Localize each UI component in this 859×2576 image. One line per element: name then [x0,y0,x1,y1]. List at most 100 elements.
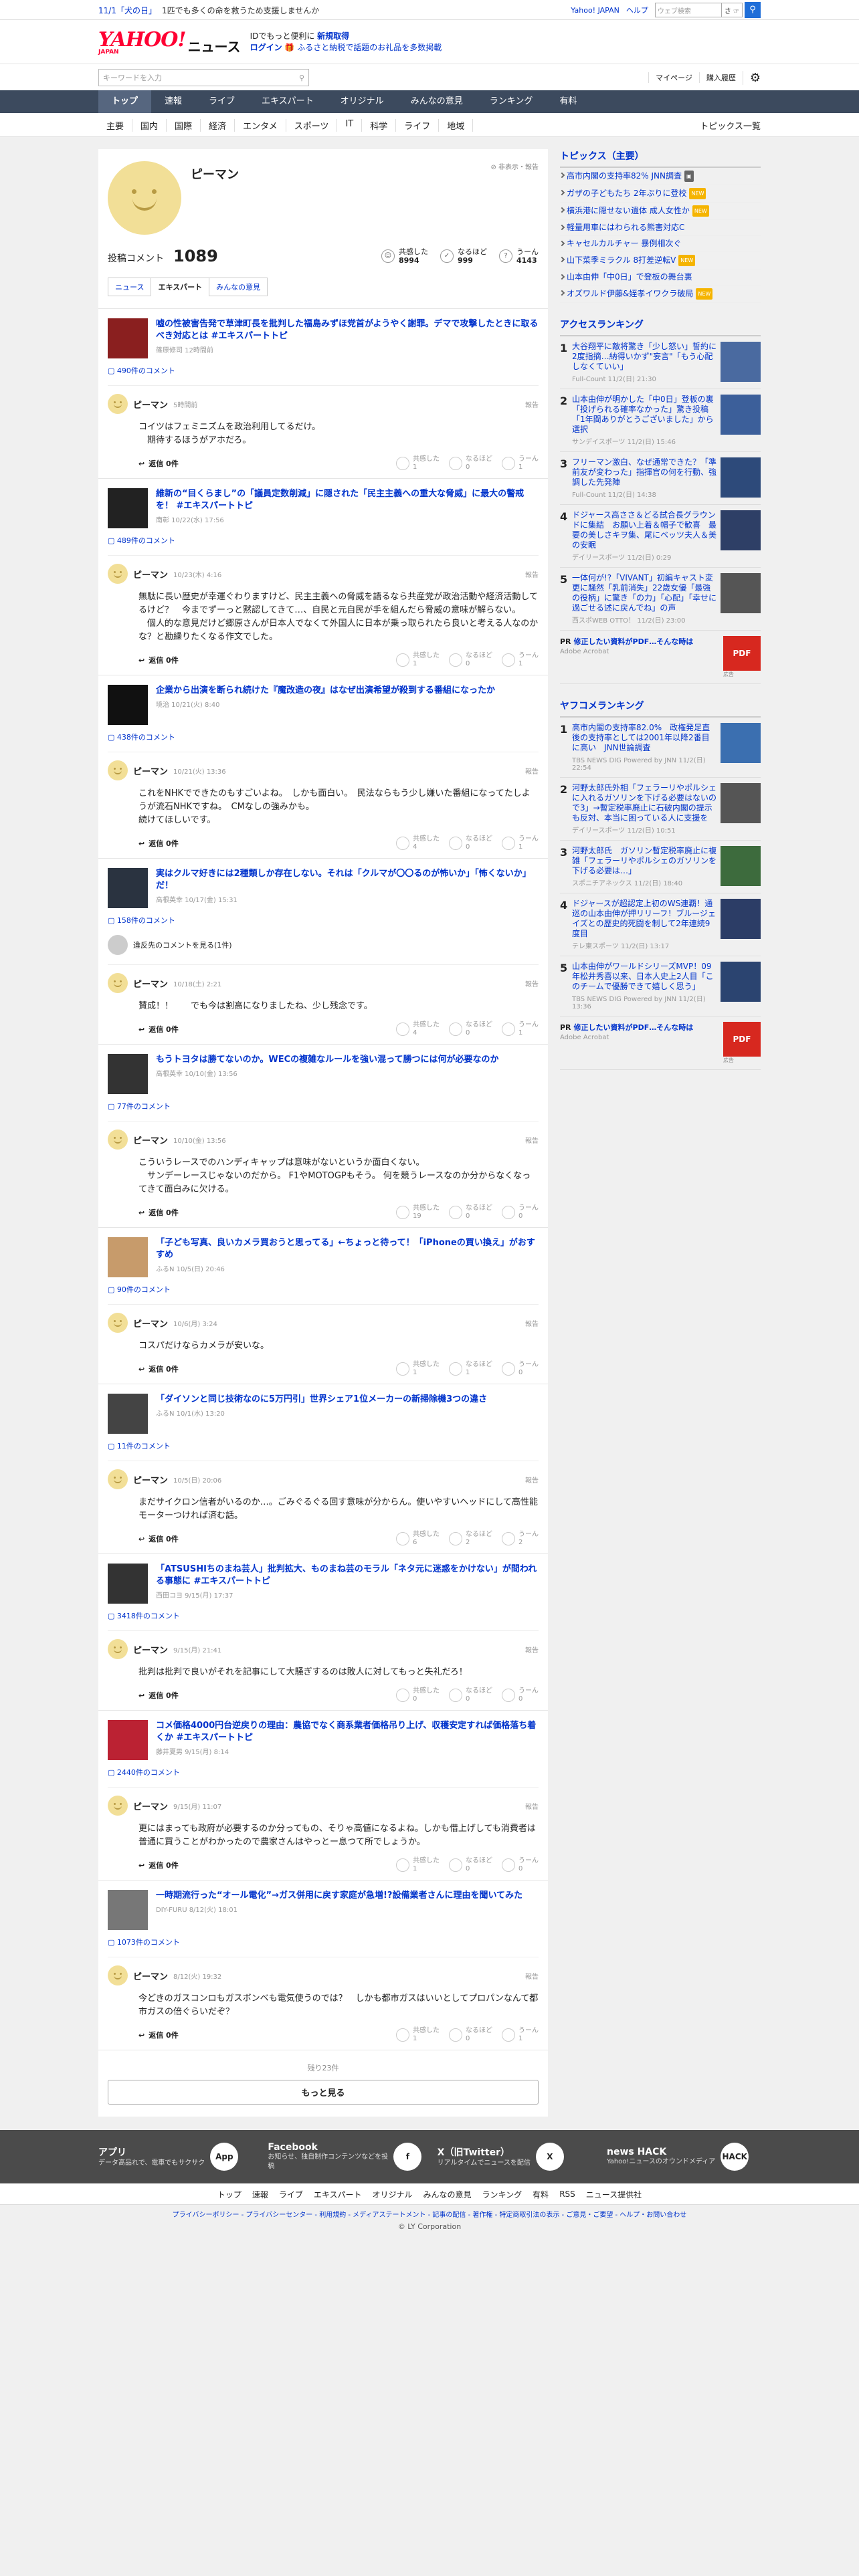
gear-icon[interactable]: ⚙ [742,70,761,85]
reaction-button[interactable]: 共感した 1 [396,652,440,668]
reaction-button[interactable]: なるほど 0 [449,2027,492,2043]
reaction-button[interactable]: 共感した 1 [396,2027,440,2043]
pr-ad[interactable]: PR 修正したい資料がPDF…そんな時は Adobe Acrobat PDF 広告 [560,1016,761,1070]
nav-item[interactable]: 有料 [546,90,590,113]
reaction-button[interactable]: うーん 2 [502,1531,539,1547]
comment-user[interactable]: ピーマン [133,1643,168,1656]
reaction-button[interactable]: うーん 1 [502,455,539,471]
footer-nav-item[interactable]: エキスパート [314,2189,362,2200]
footer-nav-item[interactable]: ライブ [279,2189,303,2200]
reaction-button[interactable]: 共感した 1 [396,455,440,471]
tab[interactable]: みんなの意見 [209,278,268,296]
article-thumbnail[interactable] [108,1890,148,1930]
mypage-link[interactable]: マイページ [648,72,692,83]
footer-nav-item[interactable]: 速報 [252,2189,268,2200]
footer-nav-item[interactable]: オリジナル [373,2189,413,2200]
topic-title[interactable]: 山下菜季ミラクル 8打差逆転V [567,255,676,265]
ranking-item[interactable]: 3 フリーマン激白、なぜ通常できた？「準前友が変わった」指揮官の何を行動、強調した… [560,452,761,505]
reaction-button[interactable]: 共感した 4 [396,1021,440,1037]
rank-thumbnail[interactable] [721,342,761,382]
article-title[interactable]: 維新の“目くらまし”の「議員定数削減」に隠された「民主主義への重大な脅威」に最大… [156,488,539,512]
article[interactable]: 維新の“目くらまし”の「議員定数削減」に隠された「民主主義への重大な脅威」に最大… [108,488,539,528]
article-title[interactable]: コメ価格4000円台逆戻りの理由：農協でなく商系業者価格吊り上げ、収穫安定すれば… [156,1720,539,1744]
nav-item[interactable]: みんなの意見 [397,90,476,113]
subnav-item[interactable]: エンタメ [235,118,286,132]
comment-user[interactable]: ピーマン [133,1317,168,1329]
comment-count-link[interactable]: ▢ 11件のコメント [108,1440,539,1451]
comment-count-link[interactable]: ▢ 3418件のコメント [108,1610,539,1621]
topic-title[interactable]: 横浜港に隠せない遺体 成人女性か [567,206,690,215]
reply-button[interactable]: ↩ 返信 0件 [138,458,179,469]
comment-count-link[interactable]: ▢ 77件のコメント [108,1101,539,1111]
comment-count-link[interactable]: ▢ 2440件のコメント [108,1767,539,1778]
rank-thumbnail[interactable] [721,962,761,1002]
article-title[interactable]: 一時期流行った“オール電化”→ガス併用に戻す家庭が急増!?設備業者さんに理由を聞… [156,1890,522,1902]
web-search-option[interactable]: さ ☞ [721,3,743,17]
search-icon[interactable]: ⚲ [745,2,761,18]
ranking-item[interactable]: 5 山本由伸がワールドシリーズMVP！09年松井秀喜以来、日本人史上2人目「このチ… [560,956,761,1016]
topic-title[interactable]: 高市内閣の支持率82% JNN調査 [567,171,682,181]
tab[interactable]: エキスパート [151,278,210,296]
rank-thumbnail[interactable] [721,457,761,498]
comment-count-link[interactable]: ▢ 1073件のコメント [108,1937,539,1947]
notice-title[interactable]: 11/1「犬の日」 [98,6,157,15]
reaction-button[interactable]: なるほど 1 [449,1361,492,1377]
yahoo-top-link[interactable]: Yahoo! JAPAN [571,6,619,15]
hide-report-link[interactable]: ⊘ 非表示・報告 [490,161,539,235]
topic-item[interactable]: 高市内閣の支持率82% JNN調査 ▣ [560,168,761,185]
footer-nav-item[interactable]: ニュース提供社 [586,2189,642,2200]
nav-item[interactable]: 速報 [151,90,195,113]
report-link[interactable]: 報告 [525,1135,539,1145]
reply-button[interactable]: ↩ 返信 0件 [138,1533,179,1544]
rank-title[interactable]: ドジャース高ささ＆どる試合長グラウンドに集結 お願い上着＆帽子で歓喜 最要の美し… [572,510,717,550]
reaction-button[interactable]: 共感した 6 [396,1531,440,1547]
article-thumbnail[interactable] [108,1564,148,1604]
article-title[interactable]: 「ATSUSHIちのまね芸人」批判拡大、ものまね芸のモラル「ネタ元に迷惑をかけな… [156,1564,539,1588]
article-thumbnail[interactable] [108,1054,148,1094]
comment-user[interactable]: ピーマン [133,1134,168,1146]
reaction-button[interactable]: うーん 0 [502,1687,539,1703]
x-icon[interactable]: X [535,2143,564,2171]
comment-count-link[interactable]: ▢ 438件のコメント [108,732,539,742]
reply-button[interactable]: ↩ 返信 0件 [138,655,179,665]
subnav-item[interactable]: IT [337,118,363,132]
article-title[interactable]: 「子ども写真、良いカメラ買おうと思ってる」←ちょっと待って！「iPhoneの買い… [156,1237,539,1261]
notice-banner[interactable]: 11/1「犬の日」 1匹でも多くの命を救うため支援しませんか [98,5,319,16]
topic-item[interactable]: 山下菜季ミラクル 8打差逆転V NEW [560,252,761,270]
reaction-button[interactable]: なるほど 0 [449,1687,492,1703]
news-hack-icon[interactable]: HACK [721,2143,749,2171]
comment-count-link[interactable]: ▢ 158件のコメント [108,915,539,926]
comment-user[interactable]: ピーマン [133,1800,168,1812]
tab[interactable]: ニュース [108,278,152,296]
reaction-button[interactable]: うーん 1 [502,652,539,668]
report-link[interactable]: 報告 [525,1318,539,1328]
search-icon[interactable]: ⚲ [299,74,304,82]
topic-title[interactable]: 軽量用車にはわられる熊害対応C [567,223,684,232]
comment-user[interactable]: ピーマン [133,568,168,580]
rank-title[interactable]: 山本由伸がワールドシリーズMVP！09年松井秀喜以来、日本人史上2人目「このチー… [572,962,717,992]
help-link[interactable]: ヘルプ [626,5,648,15]
footer-nav-item[interactable]: 有料 [533,2189,549,2200]
rank-title[interactable]: 山本由伸が明かした「中0日」登板の裏「投げられる確率なかった」驚き投稿「1年間あ… [572,395,717,435]
reply-button[interactable]: ↩ 返信 0件 [138,1207,179,1218]
subnav-item[interactable]: 科学 [362,118,397,132]
topic-item[interactable]: キャセルカルチャー 暴例相次ぐ [560,236,761,252]
reaction-button[interactable]: 共感した 1 [396,1857,440,1873]
comment-user[interactable]: ピーマン [133,1473,168,1486]
ranking-item[interactable]: 1 高市内閣の支持率82.0% 政権発足直後の支持率としては2001年以降2番目に… [560,718,761,778]
footer-nav-item[interactable]: RSS [559,2189,575,2199]
reply-button[interactable]: ↩ 返信 0件 [138,1860,179,1870]
reaction-button[interactable]: なるほど 2 [449,1531,492,1547]
purchase-history-link[interactable]: 購入履歴 [698,72,736,83]
report-link[interactable]: 報告 [525,1801,539,1811]
ranking-item[interactable]: 2 河野太郎氏外相「フェラーリやポルシェに入れるガソリンを下げる必要はないので3」… [560,778,761,841]
yahoo-news-logo[interactable]: YAHOO! JAPAN ニュース [98,28,241,56]
furusato-link[interactable]: ふるさと納税で話題のお礼品を多数掲載 [297,43,442,52]
article[interactable]: 企業から出演を断られ続けた『魔改造の夜』はなぜ出演希望が殺到する番組になったか境… [108,685,539,725]
report-link[interactable]: 報告 [525,1475,539,1485]
subnav-item[interactable]: 地域 [439,118,474,132]
login-link[interactable]: ログイン [250,43,282,52]
article-thumbnail[interactable] [108,318,148,358]
web-search-input[interactable]: ウェブ検索 [654,3,722,17]
topic-item[interactable]: 軽量用車にはわられる熊害対応C [560,220,761,236]
